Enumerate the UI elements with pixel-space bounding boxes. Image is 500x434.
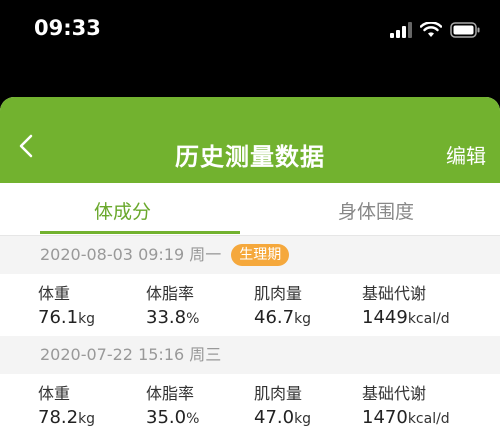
record-date: 2020-08-03 09:19 周一: [40, 245, 222, 264]
metric-value: 35.0%: [146, 407, 200, 428]
page-title: 历史测量数据: [175, 143, 325, 171]
battery-icon: [450, 22, 480, 38]
status-time: 09:33: [34, 16, 101, 40]
record-date-row: 2020-07-22 15:16 周三: [0, 336, 500, 374]
edit-button[interactable]: 编辑: [446, 140, 486, 169]
app-container: 历史测量数据 编辑 体成分 身体围度 2020-08-03 09:19 周一 生…: [0, 97, 500, 434]
metric-body-fat: 体脂率 35.0%: [146, 380, 199, 428]
metric-label: 体脂率: [146, 384, 195, 403]
signal-icon: [390, 22, 412, 38]
metric-value: 76.1kg: [38, 307, 96, 328]
metric-muscle: 肌肉量 47.0kg: [254, 380, 311, 428]
wifi-icon: [420, 22, 442, 37]
record-card[interactable]: 体重 78.2kg 体脂率 35.0% 肌肉量 47.0kg 基础代谢 1470…: [0, 374, 500, 434]
metric-label: 体重: [38, 284, 71, 303]
record-date-row: 2020-08-03 09:19 周一 生理期: [0, 236, 500, 274]
metric-label: 体重: [38, 384, 71, 403]
metric-value: 47.0kg: [254, 407, 312, 428]
status-bar: 09:33: [0, 0, 500, 97]
metric-value: 1449kcal/d: [362, 307, 450, 328]
metric-weight: 体重 76.1kg: [38, 280, 95, 328]
record-card[interactable]: 体重 76.1kg 体脂率 33.8% 肌肉量 46.7kg 基础代谢 1449…: [0, 274, 500, 336]
record-item[interactable]: 2020-08-03 09:19 周一 生理期 体重 76.1kg 体脂率 33…: [0, 236, 500, 336]
metric-label: 基础代谢: [362, 384, 427, 403]
tab-bar: 体成分 身体围度: [0, 183, 500, 236]
record-date: 2020-07-22 15:16 周三: [40, 345, 222, 364]
metric-value: 46.7kg: [254, 307, 312, 328]
metric-value: 1470kcal/d: [362, 407, 450, 428]
period-badge: 生理期: [231, 244, 290, 266]
tab-body-composition[interactable]: 体成分: [94, 197, 151, 224]
metric-bmr: 基础代谢 1470kcal/d: [362, 380, 450, 428]
record-item[interactable]: 2020-07-22 15:16 周三 体重 78.2kg 体脂率 35.0% …: [0, 336, 500, 434]
metric-bmr: 基础代谢 1449kcal/d: [362, 280, 450, 328]
tab-body-measurements[interactable]: 身体围度: [338, 197, 414, 224]
metric-muscle: 肌肉量 46.7kg: [254, 280, 311, 328]
metric-body-fat: 体脂率 33.8%: [146, 280, 199, 328]
active-tab-indicator: [40, 231, 240, 234]
metric-label: 基础代谢: [362, 284, 427, 303]
metric-label: 体脂率: [146, 284, 195, 303]
metric-weight: 体重 78.2kg: [38, 380, 95, 428]
metric-value: 78.2kg: [38, 407, 96, 428]
metric-value: 33.8%: [146, 307, 200, 328]
metric-label: 肌肉量: [254, 284, 303, 303]
metric-label: 肌肉量: [254, 384, 303, 403]
app-header: 历史测量数据 编辑: [0, 97, 500, 183]
status-icons: [390, 20, 480, 40]
